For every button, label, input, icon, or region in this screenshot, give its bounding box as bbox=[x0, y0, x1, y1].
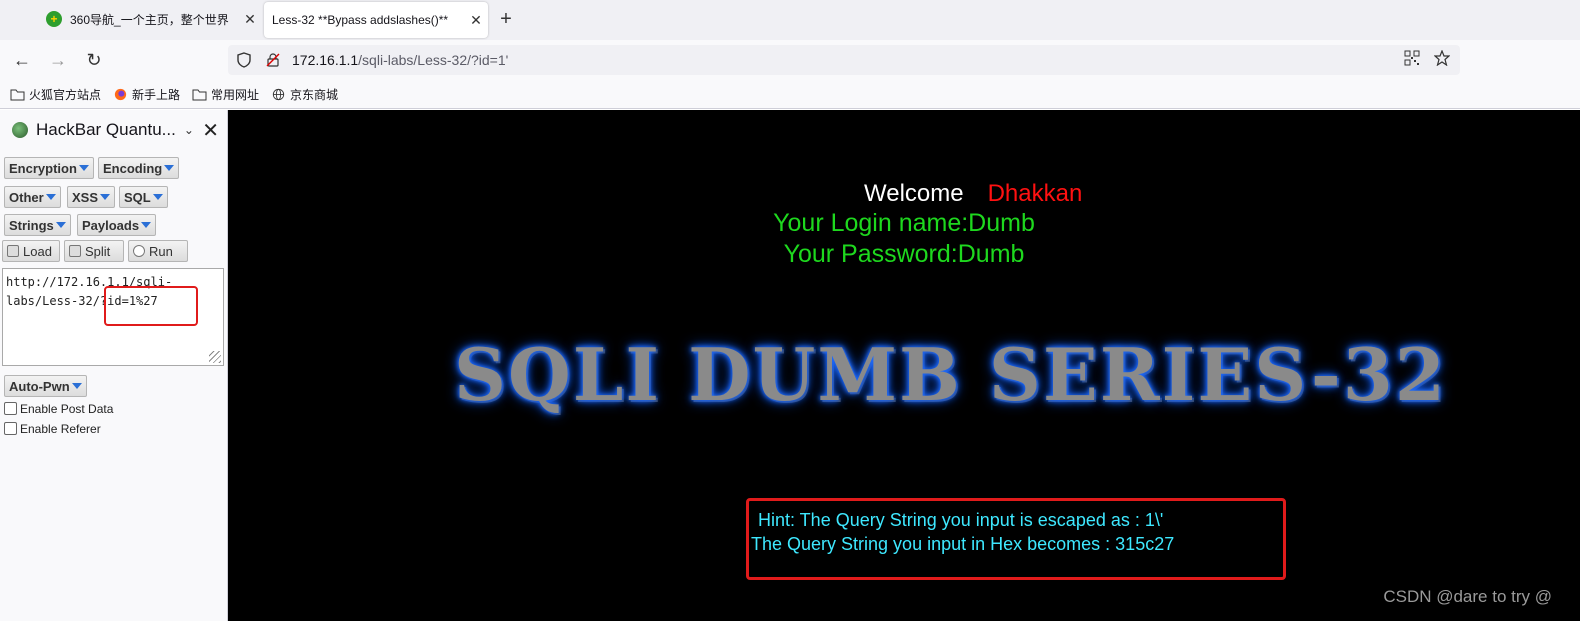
xss-menu[interactable]: XSS bbox=[67, 186, 116, 208]
firefox-icon bbox=[114, 88, 127, 100]
menu-label: Strings bbox=[9, 217, 54, 233]
chevron-down-icon[interactable]: ⌄ bbox=[184, 123, 194, 137]
enable-referer-checkbox[interactable] bbox=[4, 422, 17, 435]
back-button[interactable]: ← bbox=[10, 48, 34, 72]
page-content: Welcome Dhakkan Your Login name:Dumb Your… bbox=[228, 110, 1580, 621]
dropdown-arrow-icon bbox=[55, 222, 66, 228]
password-text: Your Password:Dumb bbox=[783, 240, 1025, 268]
tab-360[interactable]: + 360导航_一个主页，整个世界 ✕ bbox=[40, 0, 262, 38]
close-icon[interactable]: ✕ bbox=[464, 12, 488, 29]
bookmark-firefox-official[interactable]: 火狐官方站点 bbox=[10, 86, 101, 103]
button-label: Split bbox=[85, 243, 111, 259]
hint-escaped-text: Hint: The Query String you input is esca… bbox=[758, 510, 1164, 530]
menu-label: Other bbox=[9, 189, 44, 205]
dropdown-arrow-icon bbox=[45, 194, 56, 200]
menu-label: Encryption bbox=[9, 160, 77, 176]
url-path: /sqli-labs/Less-32/?id=1' bbox=[358, 52, 509, 68]
bookmark-label: 京东商城 bbox=[290, 87, 339, 102]
sidebar-title[interactable]: HackBar Quantu... bbox=[36, 120, 176, 140]
dropdown-arrow-icon bbox=[164, 165, 175, 171]
enable-post-checkbox[interactable] bbox=[4, 402, 17, 415]
url-text[interactable]: 172.16.1.1/sqli-labs/Less-32/?id=1' bbox=[292, 52, 508, 68]
bookmarks-bar: 火狐官方站点 新手上路 常用网址 京东商城 bbox=[0, 80, 1580, 109]
dropdown-arrow-icon bbox=[141, 222, 152, 228]
checkbox-label: Enable Referer bbox=[20, 422, 101, 436]
strings-menu[interactable]: Strings bbox=[4, 214, 71, 236]
360-logo-icon: + bbox=[46, 11, 62, 27]
url-host: 172.16.1.1 bbox=[292, 52, 359, 68]
resize-grip-icon[interactable] bbox=[209, 351, 221, 363]
folder-icon bbox=[10, 89, 25, 100]
bookmark-common-sites[interactable]: 常用网址 bbox=[192, 86, 259, 103]
bookmark-label: 火狐官方站点 bbox=[29, 87, 102, 102]
navigation-bar: ← → ↻ 172.16.1.1/sqli-labs/Less-32/?id=1… bbox=[0, 40, 1580, 80]
split-icon bbox=[69, 245, 81, 257]
tab-strip: + 360导航_一个主页，整个世界 ✕ Less-32 **Bypass add… bbox=[0, 0, 1580, 40]
dropdown-arrow-icon bbox=[71, 383, 82, 389]
watermark: CSDN @dare to try @ bbox=[1383, 587, 1552, 606]
folder-icon bbox=[192, 89, 207, 100]
login-name-text: Your Login name:Dumb bbox=[773, 209, 1035, 237]
series-banner: SQLI DUMB SERIES-32 bbox=[454, 332, 1447, 417]
run-icon bbox=[133, 245, 145, 257]
close-icon[interactable]: ✕ bbox=[238, 11, 262, 28]
button-label: Load bbox=[23, 243, 52, 259]
forward-button[interactable]: → bbox=[46, 48, 70, 72]
reload-button[interactable]: ↻ bbox=[82, 48, 106, 72]
close-icon[interactable]: ✕ bbox=[202, 118, 219, 143]
tab-less32[interactable]: Less-32 **Bypass addslashes()** ✕ bbox=[264, 2, 488, 38]
sql-menu[interactable]: SQL bbox=[119, 186, 168, 208]
shield-icon[interactable] bbox=[236, 52, 252, 68]
hackbar-logo-icon bbox=[12, 122, 28, 138]
run-button[interactable]: Run bbox=[128, 240, 188, 262]
encryption-menu[interactable]: Encryption bbox=[4, 157, 94, 179]
bookmark-getting-started[interactable]: 新手上路 bbox=[113, 86, 180, 103]
auto-pwn-menu[interactable]: Auto-Pwn bbox=[4, 375, 87, 397]
hackbar-sidebar: HackBar Quantu... ⌄ ✕ Encryption Encodin… bbox=[0, 110, 228, 621]
menu-label: Encoding bbox=[103, 160, 163, 176]
tab-title: 360导航_一个主页，整个世界 bbox=[70, 12, 229, 27]
menu-label: Payloads bbox=[82, 217, 140, 233]
encoding-menu[interactable]: Encoding bbox=[98, 157, 180, 179]
bookmark-jd[interactable]: 京东商城 bbox=[271, 86, 338, 103]
dropdown-arrow-icon bbox=[78, 165, 89, 171]
dropdown-arrow-icon bbox=[152, 194, 163, 200]
checkbox-label: Enable Post Data bbox=[20, 402, 114, 416]
menu-label: Auto-Pwn bbox=[9, 378, 70, 394]
menu-label: SQL bbox=[124, 189, 151, 205]
new-tab-button[interactable]: + bbox=[494, 6, 518, 32]
menu-label: XSS bbox=[72, 189, 99, 205]
other-menu[interactable]: Other bbox=[4, 186, 61, 208]
bookmark-star-icon[interactable] bbox=[1434, 50, 1450, 66]
split-button[interactable]: Split bbox=[64, 240, 124, 262]
insecure-lock-icon[interactable] bbox=[266, 53, 280, 67]
url-bar[interactable]: 172.16.1.1/sqli-labs/Less-32/?id=1' bbox=[228, 45, 1460, 75]
tab-title: Less-32 **Bypass addslashes()** bbox=[272, 13, 449, 27]
globe-icon bbox=[272, 88, 285, 100]
annotation-box bbox=[104, 286, 198, 326]
user-name: Dhakkan bbox=[987, 180, 1083, 207]
welcome-line: Welcome Dhakkan bbox=[864, 180, 1082, 208]
load-button[interactable]: Load bbox=[2, 240, 60, 262]
qr-code-icon[interactable] bbox=[1404, 50, 1420, 66]
load-icon bbox=[7, 245, 19, 257]
bookmark-label: 常用网址 bbox=[211, 87, 260, 102]
sidebar-header: HackBar Quantu... ⌄ ✕ bbox=[0, 110, 227, 150]
button-label: Run bbox=[149, 243, 173, 259]
dropdown-arrow-icon bbox=[100, 194, 111, 200]
payloads-menu[interactable]: Payloads bbox=[77, 214, 157, 236]
welcome-text: Welcome bbox=[864, 180, 964, 207]
bookmark-label: 新手上路 bbox=[132, 87, 181, 102]
hint-hex-text: The Query String you input in Hex become… bbox=[751, 534, 1175, 554]
